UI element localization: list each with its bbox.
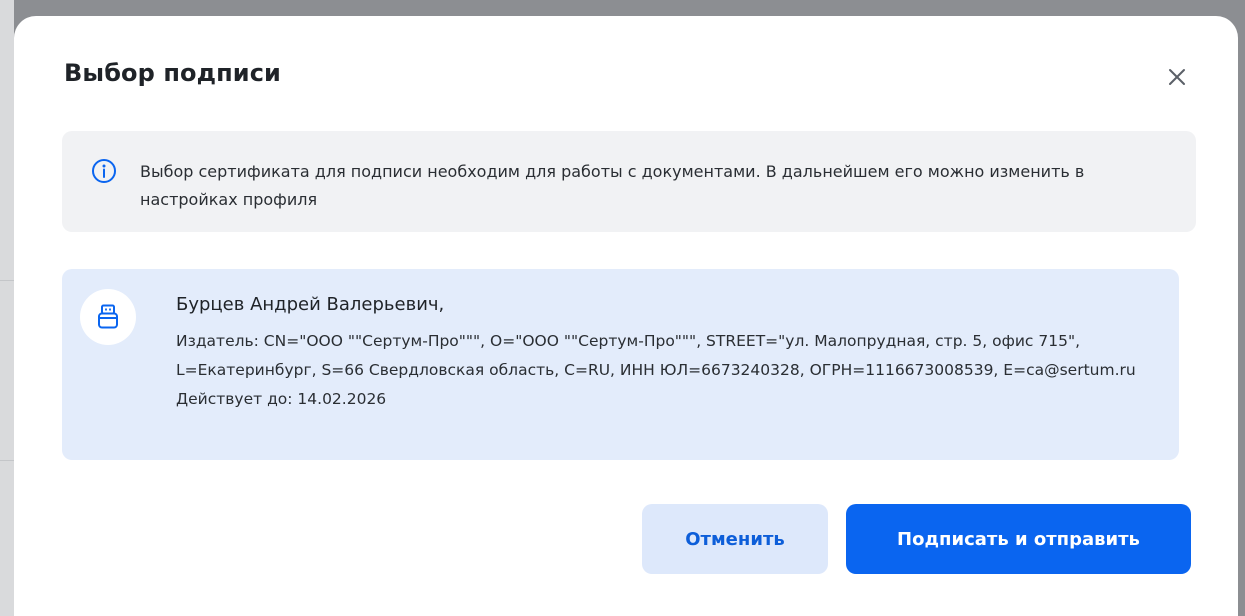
sign-and-send-button[interactable]: Подписать и отправить [846, 504, 1191, 574]
certificate-issuer: Издатель: CN="ООО ""Сертум-Про""", O="ОО… [176, 332, 1136, 379]
background-page [0, 0, 14, 616]
usb-token-icon [98, 304, 118, 329]
close-button[interactable] [1162, 62, 1192, 92]
dialog-title: Выбор подписи [64, 59, 281, 87]
certificate-avatar [80, 289, 136, 345]
info-banner: Выбор сертификата для подписи необходим … [62, 131, 1196, 232]
info-icon [92, 159, 116, 183]
cancel-button[interactable]: Отменить [642, 504, 828, 574]
signature-dialog: Выбор подписи Выбор сертификата для подп… [14, 16, 1238, 616]
certificate-owner: Бурцев Андрей Валерьевич, [176, 294, 445, 315]
info-text: Выбор сертификата для подписи необходим … [140, 162, 1085, 209]
close-icon [1169, 69, 1185, 85]
certificate-details: Издатель: CN="ООО ""Сертум-Про""", O="ОО… [176, 327, 1166, 414]
background-divider [0, 460, 14, 461]
certificate-valid-until: Действует до: 14.02.2026 [176, 390, 387, 408]
background-divider [0, 280, 14, 281]
certificate-option[interactable]: Бурцев Андрей Валерьевич, Издатель: CN="… [62, 269, 1179, 460]
